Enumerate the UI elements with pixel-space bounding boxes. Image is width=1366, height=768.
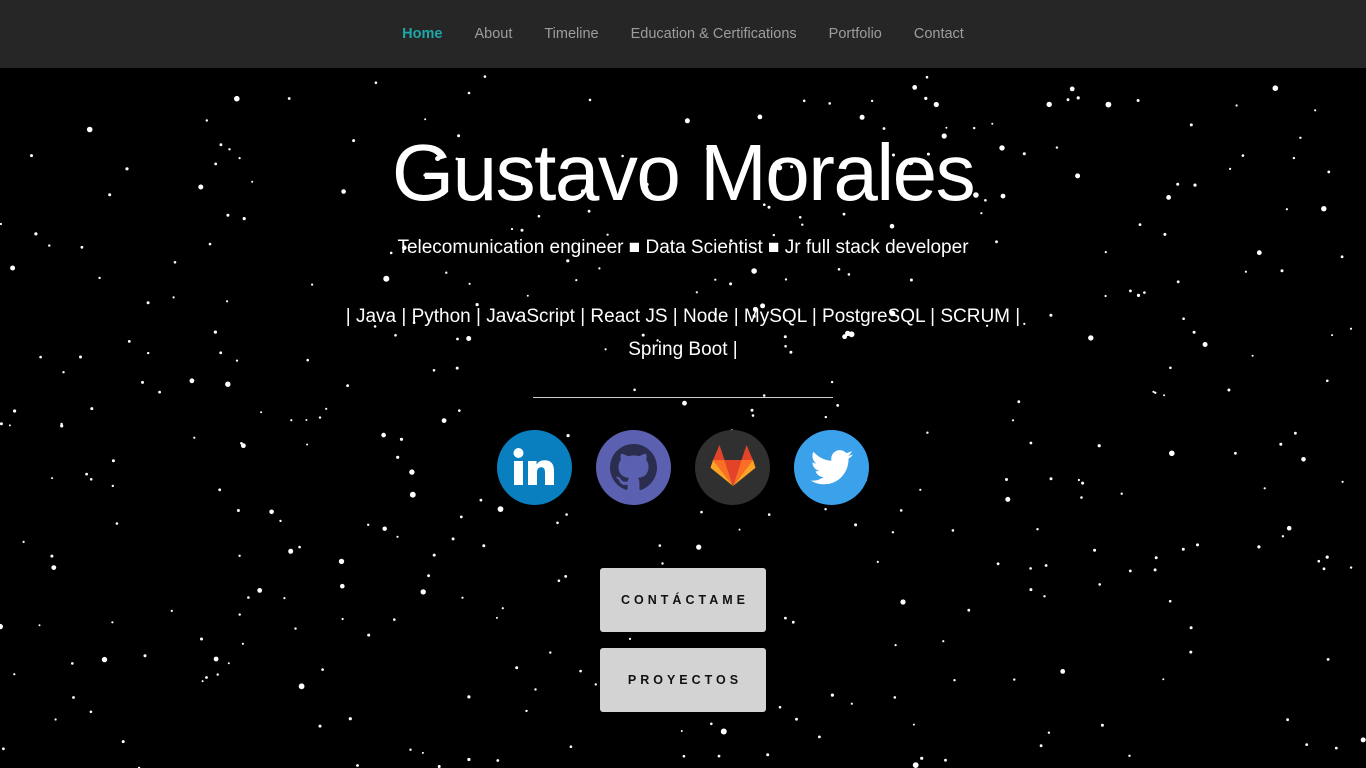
linkedin-icon [513,447,554,485]
linkedin-link[interactable] [497,430,572,505]
gitlab-icon [710,444,755,486]
github-link[interactable] [596,430,671,505]
hero-name: Gustavo Morales [391,128,976,217]
hero-content: Gustavo Morales Telecomunication enginee… [0,68,1366,768]
github-icon [610,444,657,491]
hero-subtitle: Telecomunication engineer ■ Data Scienti… [397,237,969,258]
nav-about[interactable]: About [458,26,528,42]
divider [533,397,833,398]
hero-section: Gustavo Morales Telecomunication enginee… [0,68,1366,768]
gitlab-link[interactable] [695,430,770,505]
nav-education-certifications[interactable]: Education & Certifications [615,26,813,42]
twitter-link[interactable] [794,430,869,505]
nav-contact[interactable]: Contact [898,26,980,42]
nav-list: Home About Timeline Education & Certific… [386,25,980,43]
nav-home[interactable]: Home [386,26,458,42]
top-navbar: Home About Timeline Education & Certific… [0,0,1366,68]
nav-timeline[interactable]: Timeline [528,26,614,42]
nav-portfolio[interactable]: Portfolio [813,26,898,42]
projects-button[interactable]: PROYECTOS [600,648,766,712]
contact-button[interactable]: CONTÁCTAME [600,568,766,632]
skills-list: | Java | Python | JavaScript | React JS … [345,306,1021,360]
twitter-icon [810,449,853,484]
